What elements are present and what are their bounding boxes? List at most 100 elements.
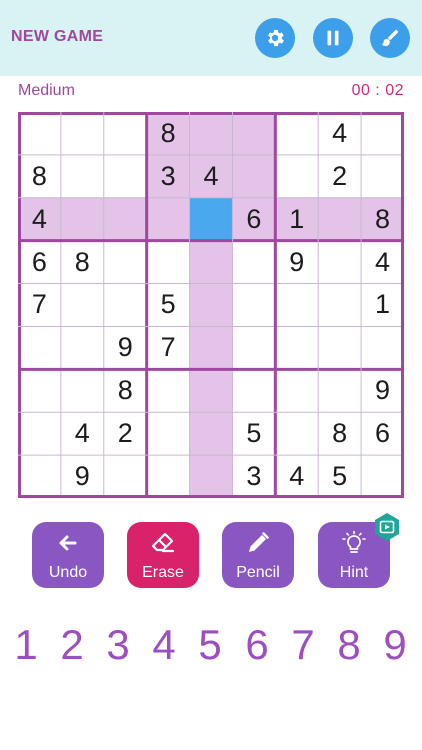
board-cell[interactable]	[60, 197, 104, 241]
board-cell[interactable]	[61, 112, 104, 155]
board-cell[interactable]	[232, 326, 275, 369]
board-cell[interactable]	[18, 326, 61, 369]
board-cell[interactable]	[147, 412, 190, 455]
undo-button[interactable]: Undo	[32, 522, 104, 588]
board-cell[interactable]	[275, 326, 318, 369]
board-cell[interactable]	[318, 197, 362, 241]
board-cell[interactable]	[104, 455, 147, 498]
board-cell[interactable]: 8	[61, 241, 104, 284]
board-cell[interactable]: 2	[318, 155, 361, 198]
number-key[interactable]: 8	[329, 620, 369, 670]
board-cell[interactable]: 5	[147, 284, 190, 327]
erase-button[interactable]: Erase	[127, 522, 199, 588]
board-cell[interactable]: 4	[189, 154, 233, 198]
board-cell[interactable]	[275, 155, 318, 198]
board-cell[interactable]	[275, 369, 318, 412]
board-cell[interactable]: 7	[18, 284, 61, 327]
board-cell[interactable]: 2	[104, 412, 147, 455]
theme-button[interactable]	[370, 18, 410, 58]
new-game-button[interactable]: NEW GAME	[11, 28, 103, 46]
board-cell[interactable]	[318, 369, 361, 412]
board-cell[interactable]: 7	[147, 326, 190, 369]
board-cell[interactable]	[189, 369, 233, 413]
board-cell[interactable]	[104, 155, 147, 198]
number-key[interactable]: 5	[190, 620, 230, 670]
board-cell[interactable]: 8	[18, 155, 61, 198]
board-cell[interactable]	[147, 369, 190, 412]
board-cell[interactable]: 1	[275, 197, 319, 241]
board-cell[interactable]	[232, 284, 275, 327]
hint-button[interactable]: Hint	[318, 513, 399, 588]
board-cell[interactable]: 5	[318, 455, 361, 498]
board-cell[interactable]	[232, 154, 276, 198]
board-cell[interactable]	[318, 284, 361, 327]
board-cell[interactable]	[189, 326, 233, 370]
board-cell[interactable]	[275, 284, 318, 327]
number-key[interactable]: 4	[144, 620, 184, 670]
board-cell[interactable]	[103, 197, 147, 241]
pause-button[interactable]	[313, 18, 353, 58]
board-cell[interactable]	[189, 412, 233, 456]
board-cell[interactable]	[104, 112, 147, 155]
number-key[interactable]: 3	[98, 620, 138, 670]
board-cell[interactable]	[189, 283, 233, 327]
board-cell[interactable]	[61, 369, 104, 412]
settings-button[interactable]	[255, 18, 295, 58]
board-cell[interactable]: 4	[18, 197, 61, 241]
board-cell[interactable]	[232, 241, 275, 284]
number-key[interactable]: 9	[375, 620, 415, 670]
game-timer: 00 : 02	[351, 82, 404, 99]
board-cell[interactable]	[61, 155, 104, 198]
board-cell[interactable]	[361, 326, 404, 369]
board-cell[interactable]	[147, 455, 190, 498]
board-cell[interactable]: 3	[146, 154, 190, 198]
board-cell[interactable]: 1	[361, 284, 404, 327]
eraser-icon	[151, 532, 175, 553]
board-cell[interactable]: 6	[232, 197, 276, 241]
board-cell[interactable]	[361, 155, 404, 198]
board-cell[interactable]	[61, 326, 104, 369]
board-cell[interactable]	[361, 455, 404, 498]
board-cell[interactable]	[146, 197, 190, 241]
board-cell[interactable]	[18, 369, 61, 412]
board-cell[interactable]: 9	[61, 455, 104, 498]
pencil-button[interactable]: Pencil	[222, 522, 294, 588]
board-cell[interactable]	[232, 369, 275, 412]
board-cell[interactable]	[104, 241, 147, 284]
board-cell[interactable]: 8	[104, 369, 147, 412]
board-cell[interactable]	[189, 240, 233, 284]
board-cell[interactable]	[318, 241, 361, 284]
board-cell[interactable]: 4	[61, 412, 104, 455]
board-cell[interactable]: 6	[18, 241, 61, 284]
board-cell[interactable]	[318, 326, 361, 369]
board-cell[interactable]: 3	[232, 455, 275, 498]
board-cell[interactable]	[189, 197, 233, 241]
board-cell[interactable]	[361, 112, 404, 155]
board-cell[interactable]: 8	[318, 412, 361, 455]
board-cell[interactable]: 6	[361, 412, 404, 455]
board-cell[interactable]	[18, 455, 61, 498]
board-cell[interactable]	[18, 112, 61, 155]
board-cell[interactable]	[275, 112, 318, 155]
board-cell[interactable]	[275, 412, 318, 455]
board-cell[interactable]	[147, 241, 190, 284]
number-key[interactable]: 6	[237, 620, 277, 670]
board-cell[interactable]: 8	[146, 112, 190, 155]
number-key[interactable]: 2	[52, 620, 92, 670]
board-cell[interactable]	[104, 284, 147, 327]
number-key[interactable]: 1	[6, 620, 46, 670]
board-cell[interactable]: 4	[275, 455, 318, 498]
board-cell[interactable]	[189, 112, 233, 155]
board-cell[interactable]: 4	[318, 112, 361, 155]
number-key[interactable]: 7	[283, 620, 323, 670]
board-cell[interactable]: 8	[361, 197, 404, 241]
board-cell[interactable]	[189, 455, 233, 498]
board-cell[interactable]: 9	[361, 369, 404, 412]
board-cell[interactable]	[232, 112, 276, 155]
board-cell[interactable]: 9	[104, 326, 147, 369]
board-cell[interactable]	[61, 284, 104, 327]
board-cell[interactable]: 4	[361, 241, 404, 284]
board-cell[interactable]	[18, 412, 61, 455]
board-cell[interactable]: 5	[232, 412, 275, 455]
board-cell[interactable]: 9	[275, 241, 318, 284]
